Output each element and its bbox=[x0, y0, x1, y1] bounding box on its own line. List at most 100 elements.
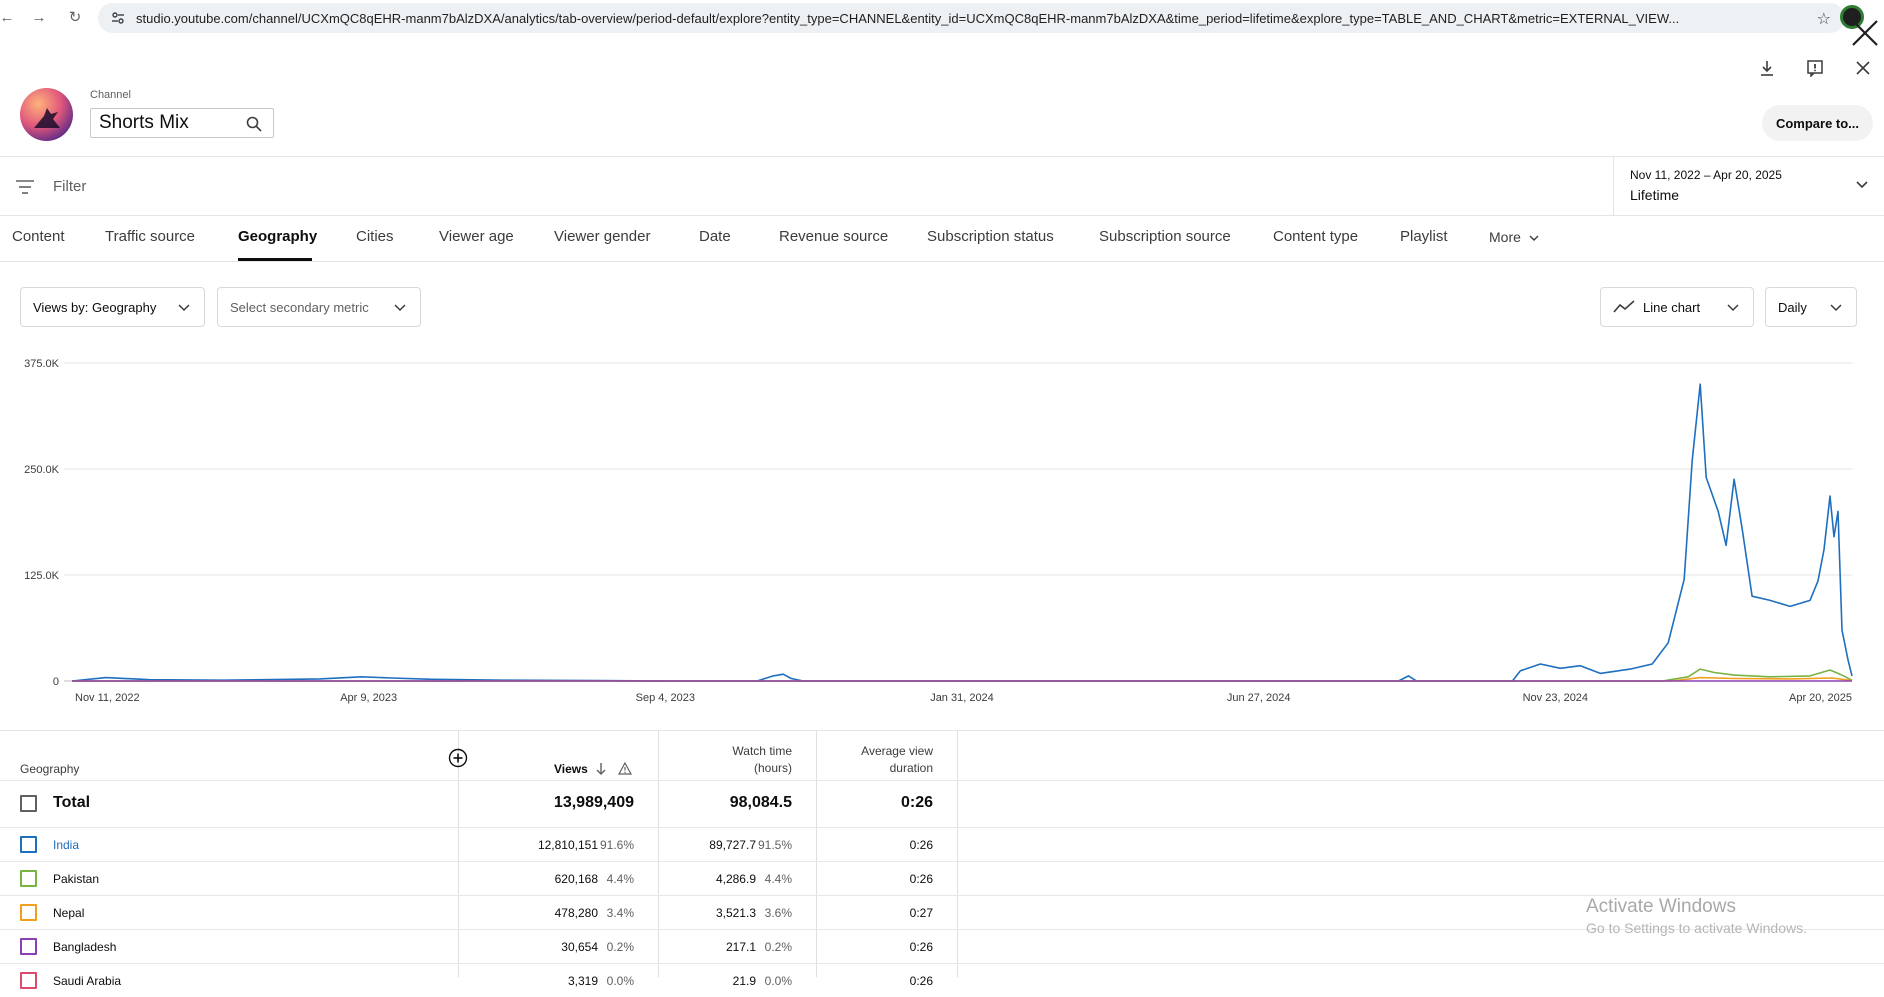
geography-name[interactable]: Saudi Arabia bbox=[53, 974, 121, 988]
tab-revenue-source[interactable]: Revenue source bbox=[779, 228, 888, 245]
y-tick-label: 0 bbox=[53, 676, 59, 688]
feedback-icon[interactable] bbox=[1803, 56, 1827, 80]
interval-label: Daily bbox=[1778, 299, 1807, 315]
x-tick-label: Jan 31, 2024 bbox=[930, 692, 994, 704]
table-row[interactable]: Saudi Arabia 3,319 0.0% 21.9 0.0% 0:26 bbox=[0, 964, 1884, 997]
warning-icon[interactable] bbox=[618, 762, 632, 775]
tab-content-type[interactable]: Content type bbox=[1273, 228, 1358, 245]
tab-viewer-gender[interactable]: Viewer gender bbox=[554, 228, 650, 245]
geography-name[interactable]: India bbox=[53, 838, 79, 852]
filter-icon[interactable] bbox=[15, 179, 35, 195]
row-checkbox[interactable] bbox=[20, 870, 37, 887]
reload-icon[interactable]: ↻ bbox=[64, 6, 86, 28]
tab-subscription-source[interactable]: Subscription source bbox=[1099, 228, 1231, 245]
watch-time-percent: 4.4% bbox=[764, 872, 792, 886]
watch-time-header-line2: (hours) bbox=[753, 761, 792, 775]
tab-traffic-source[interactable]: Traffic source bbox=[105, 228, 195, 245]
column-header-avg-duration[interactable]: Average view duration bbox=[840, 743, 933, 777]
geography-name[interactable]: Pakistan bbox=[53, 872, 99, 886]
tab-more[interactable]: More bbox=[1489, 229, 1540, 245]
row-checkbox[interactable] bbox=[20, 836, 37, 853]
total-watch-time: 98,084.5 bbox=[729, 794, 792, 811]
chevron-down-icon bbox=[394, 304, 406, 312]
browser-toolbar: ← → ↻ studio.youtube.com/channel/UCXmQC8… bbox=[0, 0, 1884, 36]
add-column-icon[interactable] bbox=[448, 748, 468, 768]
geography-name[interactable]: Nepal bbox=[53, 906, 84, 920]
x-tick-label: Jun 27, 2024 bbox=[1227, 692, 1291, 704]
watch-time-percent: 91.5% bbox=[757, 838, 792, 852]
total-checkbox[interactable] bbox=[20, 795, 37, 812]
search-icon[interactable] bbox=[245, 115, 263, 133]
avg-duration-value: 0:26 bbox=[909, 974, 933, 988]
dimension-tabs: Content Traffic source Geography Cities … bbox=[0, 216, 1884, 262]
column-header-watch-time[interactable]: Watch time (hours) bbox=[700, 743, 792, 777]
date-range-text: Nov 11, 2022 – Apr 20, 2025 bbox=[1630, 168, 1782, 182]
channel-name: Shorts Mix bbox=[99, 112, 189, 133]
chart-type-dropdown[interactable]: Line chart bbox=[1600, 287, 1754, 327]
row-checkbox[interactable] bbox=[20, 972, 37, 989]
row-checkbox[interactable] bbox=[20, 938, 37, 955]
tab-subscription-status[interactable]: Subscription status bbox=[927, 228, 1054, 245]
tab-content[interactable]: Content bbox=[12, 228, 65, 245]
chart-type-label: Line chart bbox=[1643, 299, 1701, 315]
views-percent: 4.4% bbox=[606, 872, 634, 886]
x-tick-label: Apr 9, 2023 bbox=[340, 692, 397, 704]
download-icon[interactable] bbox=[1755, 56, 1779, 80]
address-bar[interactable]: studio.youtube.com/channel/UCXmQC8qEHR-m… bbox=[98, 3, 1845, 33]
channel-avatar bbox=[20, 88, 73, 141]
secondary-metric-dropdown[interactable]: Select secondary metric bbox=[217, 287, 421, 327]
watch-time-value: 4,286.9 bbox=[715, 872, 756, 886]
tab-date[interactable]: Date bbox=[699, 228, 731, 245]
x-tick-label: Nov 11, 2022 bbox=[75, 692, 140, 704]
views-value: 12,810,151 bbox=[537, 838, 598, 852]
sort-descending-icon[interactable] bbox=[595, 762, 607, 776]
url-text[interactable]: studio.youtube.com/channel/UCXmQC8qEHR-m… bbox=[136, 11, 1679, 26]
close-icon[interactable] bbox=[1851, 56, 1875, 80]
date-range-picker[interactable]: Nov 11, 2022 – Apr 20, 2025 Lifetime bbox=[1613, 157, 1884, 215]
watch-time-percent: 0.2% bbox=[764, 940, 792, 954]
table-row-total[interactable]: Total 13,989,409 98,084.5 0:26 bbox=[0, 781, 1884, 827]
tab-cities[interactable]: Cities bbox=[356, 228, 394, 245]
column-header-geography[interactable]: Geography bbox=[20, 761, 79, 778]
watch-time-percent: 0.0% bbox=[764, 974, 792, 988]
filter-input[interactable]: Filter bbox=[53, 178, 86, 195]
avg-duration-value: 0:26 bbox=[909, 940, 933, 954]
watch-time-percent: 3.6% bbox=[764, 906, 792, 920]
avg-duration-header-line2: duration bbox=[889, 761, 933, 775]
views-percent: 91.6% bbox=[599, 838, 634, 852]
geography-name[interactable]: Bangladesh bbox=[53, 940, 116, 954]
x-tick-label: Apr 20, 2025 bbox=[1789, 692, 1852, 704]
tab-geography[interactable]: Geography bbox=[238, 228, 317, 245]
site-settings-icon[interactable] bbox=[110, 10, 126, 26]
bookmark-star-icon[interactable]: ☆ bbox=[1817, 9, 1831, 29]
views-value: 3,319 bbox=[567, 974, 598, 988]
series-line-india bbox=[71, 383, 1853, 682]
watch-time-value: 217.1 bbox=[725, 940, 756, 954]
tab-playlist[interactable]: Playlist bbox=[1400, 228, 1448, 245]
compare-button[interactable]: Compare to... bbox=[1762, 105, 1873, 141]
y-tick-label: 250.0K bbox=[24, 464, 60, 476]
row-checkbox[interactable] bbox=[20, 904, 37, 921]
table-row[interactable]: Pakistan 620,168 4.4% 4,286.9 4.4% 0:26 bbox=[0, 862, 1884, 895]
chevron-down-icon bbox=[1529, 235, 1539, 242]
secondary-metric-label: Select secondary metric bbox=[230, 299, 369, 315]
tab-viewer-age[interactable]: Viewer age bbox=[439, 228, 514, 245]
table-row[interactable]: India 12,810,151 91.6% 89,727.7 91.5% 0:… bbox=[0, 828, 1884, 861]
column-header-views[interactable]: Views bbox=[554, 761, 588, 778]
views-value: 478,280 bbox=[554, 906, 598, 920]
close-icon[interactable] bbox=[1850, 18, 1880, 48]
views-line-chart: 375.0K 250.0K 125.0K 0 Nov 11, 2022 Apr 9, 20… bbox=[24, 358, 1853, 704]
interval-dropdown[interactable]: Daily bbox=[1765, 287, 1857, 327]
y-tick-label: 375.0K bbox=[24, 358, 60, 370]
primary-metric-dropdown[interactable]: Views by: Geography bbox=[20, 287, 205, 327]
geography-table: Geography Views Watch time (hours) Avera… bbox=[0, 730, 1884, 989]
avg-duration-value: 0:27 bbox=[909, 906, 933, 920]
views-percent: 3.4% bbox=[606, 906, 634, 920]
channel-selector[interactable]: Shorts Mix bbox=[90, 108, 274, 138]
back-arrow-icon[interactable]: ← bbox=[0, 6, 18, 28]
date-period-text: Lifetime bbox=[1630, 187, 1680, 203]
channel-label: Channel bbox=[90, 89, 131, 101]
total-avg-duration: 0:26 bbox=[900, 794, 933, 811]
line-chart-icon bbox=[1613, 300, 1635, 313]
forward-arrow-icon[interactable]: → bbox=[28, 6, 50, 28]
